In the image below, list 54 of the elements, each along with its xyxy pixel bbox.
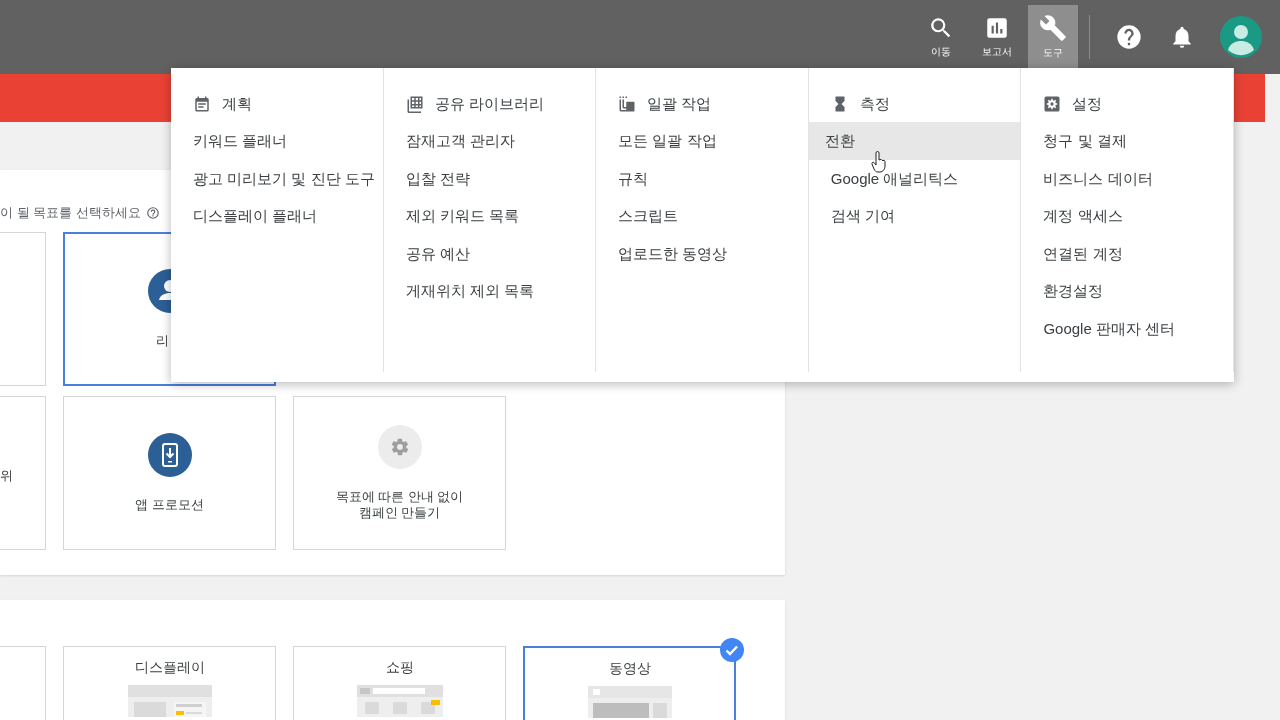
menu-item[interactable]: 규칙 bbox=[596, 159, 808, 197]
wrench-icon bbox=[1039, 13, 1067, 42]
menu-item[interactable]: 게재위치 제외 목록 bbox=[383, 272, 596, 310]
campaign-type-tile[interactable]: 동영상 bbox=[523, 646, 736, 720]
menu-item[interactable]: 디스플레이 플래너 bbox=[171, 197, 383, 235]
menu-item[interactable]: 검색 기여 bbox=[808, 197, 1021, 235]
campaign-type-tile[interactable]: 디스플레이 bbox=[63, 646, 276, 720]
settings-icon bbox=[377, 425, 422, 469]
settings-icon bbox=[1043, 95, 1062, 113]
menu-section-header: 일괄 작업 bbox=[647, 94, 712, 114]
campaign-type-tile[interactable]: 쇼핑 bbox=[293, 646, 506, 720]
goal-tile[interactable]: 앱 프로모션 bbox=[63, 396, 276, 550]
hand-cursor-icon bbox=[871, 151, 887, 173]
menu-item[interactable]: 연결된 계정 bbox=[1021, 234, 1233, 272]
phone-download-icon bbox=[147, 433, 192, 477]
menu-item[interactable]: Google 애널리틱스 bbox=[808, 159, 1021, 197]
menu-item[interactable]: 환경설정 bbox=[1021, 272, 1233, 310]
menu-item[interactable]: 키워드 플래너 bbox=[171, 122, 383, 160]
tile-label: 위 bbox=[0, 468, 13, 484]
menu-section-header: 설정 bbox=[1072, 94, 1103, 114]
menu-item[interactable]: 계정 액세스 bbox=[1021, 197, 1233, 235]
nav-button[interactable]: 보고서 bbox=[972, 5, 1022, 68]
prompt-text: 이 될 목표를 선택하세요 bbox=[0, 204, 141, 222]
menu-item[interactable]: 청구 및 결제 bbox=[1021, 122, 1233, 160]
calendar-icon bbox=[193, 95, 211, 113]
help-icon[interactable] bbox=[1115, 23, 1143, 51]
menu-item[interactable]: 입찰 전략 bbox=[383, 159, 596, 197]
menu-item[interactable]: 업로드한 동영상 bbox=[596, 234, 808, 272]
menu-section-header: 공유 라이브러리 bbox=[434, 94, 544, 114]
goal-tile[interactable]: 목표에 따른 안내 없이 캠페인 만들기 bbox=[293, 396, 506, 550]
menu-item[interactable]: 비즈니스 데이터 bbox=[1021, 159, 1233, 197]
tile-label: 목표에 따른 안내 없이 캠페인 만들기 bbox=[335, 489, 464, 521]
help-icon[interactable] bbox=[145, 206, 160, 220]
grid-library-icon bbox=[405, 95, 424, 113]
goal-tile[interactable]: 위 bbox=[0, 396, 46, 550]
menu-section-header: 계획 bbox=[222, 94, 252, 114]
menu-item[interactable]: 전환 bbox=[808, 122, 1021, 160]
tile-label: 디스플레이 bbox=[134, 659, 205, 677]
nav-button[interactable]: 이동 bbox=[916, 5, 966, 68]
menu-item[interactable]: 잠재고객 관리자 bbox=[383, 122, 596, 160]
tile-label: 앱 프로모션 bbox=[135, 497, 204, 513]
tile-label: 쇼핑 bbox=[385, 659, 414, 677]
menu-item[interactable]: 모든 일괄 작업 bbox=[596, 122, 808, 160]
menu-section-header: 측정 bbox=[859, 94, 890, 114]
tile-label: 리 bbox=[156, 333, 169, 349]
menu-item[interactable]: 공유 예산 bbox=[383, 234, 596, 272]
check-badge-icon bbox=[720, 638, 744, 662]
avatar-icon[interactable] bbox=[1220, 16, 1262, 58]
menu-item[interactable]: 광고 미리보기 및 진단 도구 bbox=[171, 159, 383, 197]
stacked-pages-icon bbox=[618, 95, 637, 113]
tile-label: 동영상 bbox=[608, 660, 651, 678]
menu-item[interactable]: 제외 키워드 목록 bbox=[383, 197, 596, 235]
menu-item[interactable]: Google 판매자 센터 bbox=[1021, 309, 1233, 347]
menu-item[interactable]: 스크립트 bbox=[596, 197, 808, 235]
